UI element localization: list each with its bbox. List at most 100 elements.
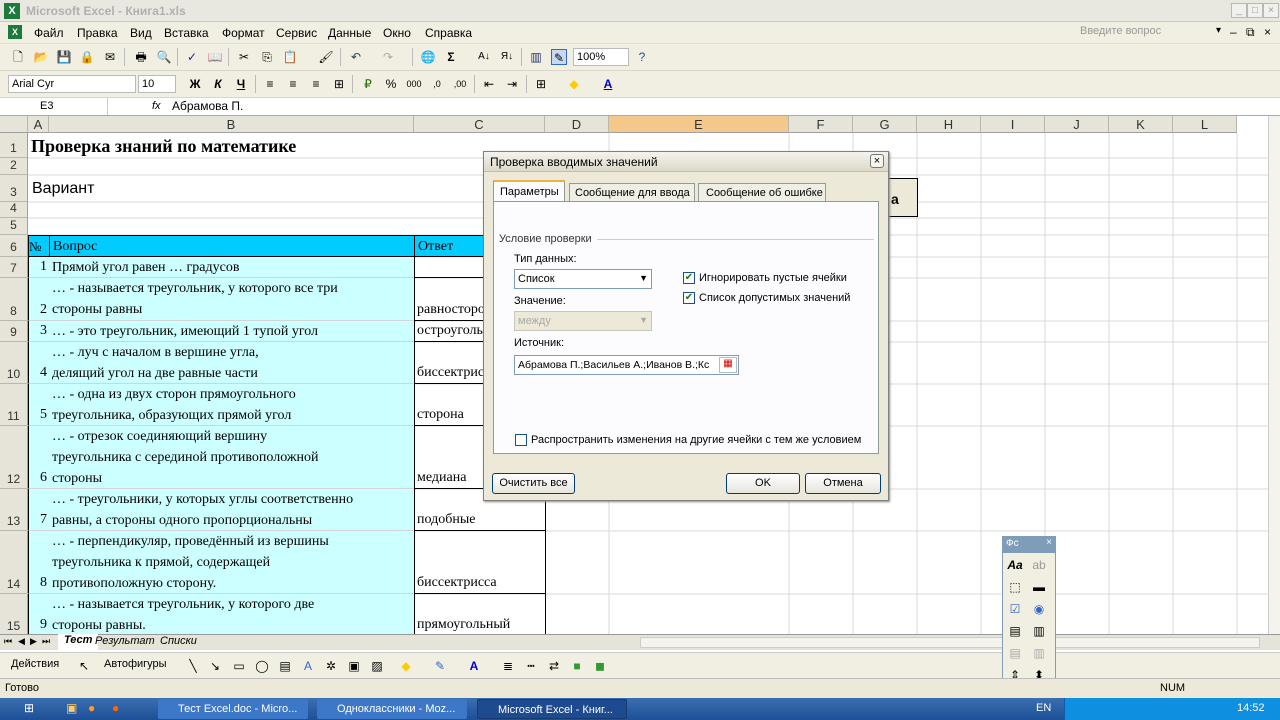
research-icon[interactable]: 📖: [207, 49, 223, 65]
italic-icon[interactable]: К: [210, 76, 226, 92]
combo-dropdown-icon[interactable]: ▥: [1031, 645, 1047, 661]
drawing-toggle-icon[interactable]: ✎: [551, 49, 567, 65]
workbook-icon[interactable]: X: [8, 25, 22, 39]
chart-wizard-icon[interactable]: ▥: [528, 49, 544, 65]
tab-scroll-prev-icon[interactable]: ◀: [18, 636, 25, 647]
item-answer[interactable]: прямоугольный: [414, 594, 546, 634]
vertical-scrollbar[interactable]: [1268, 116, 1280, 634]
open-icon[interactable]: 📂: [33, 49, 49, 65]
formula-input[interactable]: Абрамова П.: [172, 99, 243, 113]
paste-icon[interactable]: 📋: [282, 49, 298, 65]
hyperlink-icon[interactable]: 🌐: [420, 49, 436, 65]
item-number[interactable]: 9: [28, 594, 50, 634]
sheet-tab-lists[interactable]: Списки: [160, 635, 197, 647]
combo-list-icon[interactable]: ▤: [1007, 645, 1023, 661]
item-number[interactable]: 6: [28, 426, 50, 489]
close-icon[interactable]: ×: [1046, 537, 1052, 548]
format-painter-icon[interactable]: 🖌: [318, 49, 334, 65]
tab-scroll-first-icon[interactable]: ⏮: [4, 636, 12, 647]
select-objects-icon[interactable]: ↖: [76, 658, 92, 674]
option-button-icon[interactable]: ◉: [1031, 601, 1047, 617]
print-preview-icon[interactable]: 🔍: [156, 49, 172, 65]
menu-edit[interactable]: Правка: [77, 26, 118, 40]
menu-insert[interactable]: Вставка: [164, 26, 209, 40]
increase-decimal-icon[interactable]: ,0: [429, 76, 445, 92]
item-number[interactable]: 3: [28, 321, 50, 342]
textbox-icon[interactable]: ▤: [277, 658, 293, 674]
group-box-icon[interactable]: ⬚: [1007, 579, 1023, 595]
dialog-close-button[interactable]: ×: [870, 154, 884, 168]
list-box-icon[interactable]: ▤: [1007, 623, 1023, 639]
doc-minimize-button[interactable]: –: [1230, 25, 1237, 39]
row-header[interactable]: 3: [0, 175, 28, 202]
email-icon[interactable]: ✉: [102, 49, 118, 65]
merge-center-icon[interactable]: ⊞: [331, 76, 347, 92]
allow-select[interactable]: Список ▼: [514, 269, 652, 289]
language-indicator[interactable]: EN: [1036, 702, 1051, 714]
row-header[interactable]: 13: [0, 489, 28, 531]
new-icon[interactable]: 🗋: [10, 49, 26, 65]
menu-window[interactable]: Окно: [383, 26, 411, 40]
permission-icon[interactable]: 🔒: [79, 49, 95, 65]
line-style-icon[interactable]: ≣: [500, 658, 516, 674]
name-box[interactable]: E3: [0, 98, 108, 115]
row-header[interactable]: 5: [0, 218, 28, 235]
close-button[interactable]: ×: [1263, 3, 1279, 18]
fx-icon[interactable]: fx: [152, 100, 161, 112]
clipart-icon[interactable]: ▣: [346, 658, 362, 674]
ask-question-box[interactable]: Введите вопрос: [1080, 25, 1230, 41]
doc-restore-button[interactable]: ⧉: [1246, 25, 1255, 40]
redo-icon[interactable]: ↷: [380, 49, 396, 65]
help-icon[interactable]: ?: [634, 49, 650, 65]
row-header[interactable]: 1: [0, 133, 28, 158]
row-header[interactable]: 10: [0, 342, 28, 384]
desktop-icon[interactable]: ▣: [66, 701, 77, 715]
menu-file[interactable]: Файл: [34, 26, 64, 40]
rectangle-icon[interactable]: ▭: [231, 658, 247, 674]
percent-icon[interactable]: %: [383, 76, 399, 92]
row-header[interactable]: 4: [0, 201, 28, 218]
doc-close-button[interactable]: ×: [1264, 25, 1271, 39]
firefox-icon[interactable]: ●: [112, 701, 119, 715]
data-select[interactable]: между ▼: [514, 311, 652, 331]
item-question[interactable]: … - это треугольник, имеющий 1 тупой уго…: [49, 321, 415, 342]
column-header-l[interactable]: L: [1173, 116, 1237, 133]
column-header-e[interactable]: E: [609, 116, 789, 133]
checkbox-control-icon[interactable]: ☑: [1007, 601, 1023, 617]
menu-view[interactable]: Вид: [130, 26, 152, 40]
print-icon[interactable]: 🖶: [133, 49, 149, 65]
clear-all-button[interactable]: Очистить все: [492, 473, 575, 494]
oval-icon[interactable]: ◯: [254, 658, 270, 674]
menu-tools[interactable]: Сервис: [276, 26, 317, 40]
align-center-icon[interactable]: ≡: [285, 76, 301, 92]
align-left-icon[interactable]: ≡: [262, 76, 278, 92]
range-select-icon[interactable]: ▦: [719, 357, 737, 373]
menu-format[interactable]: Формат: [222, 26, 265, 40]
sort-desc-icon[interactable]: Я↓: [499, 49, 515, 65]
line-color-icon[interactable]: ✎: [432, 658, 448, 674]
row-header[interactable]: 6: [0, 235, 28, 257]
apply-to-all-checkbox[interactable]: [515, 434, 527, 446]
item-number[interactable]: 7: [28, 489, 50, 531]
3d-icon[interactable]: ◼: [592, 658, 608, 674]
select-all-corner[interactable]: [0, 116, 28, 133]
ask-dropdown-icon[interactable]: ▾: [1216, 25, 1221, 36]
item-number[interactable]: 1: [28, 257, 50, 278]
item-question[interactable]: … - треугольники, у которых углы соответ…: [49, 489, 415, 531]
start-button[interactable]: ⊞: [24, 701, 34, 715]
sort-asc-icon[interactable]: A↓: [476, 49, 492, 65]
task-firefox[interactable]: Одноклассники - Moz...: [317, 699, 467, 719]
column-header-i[interactable]: I: [981, 116, 1045, 133]
sheet-tab-test[interactable]: Тест: [58, 634, 99, 650]
line-icon[interactable]: ╲: [185, 658, 201, 674]
task-word[interactable]: Тест Excel.doc - Micro...: [158, 699, 308, 719]
font-size-box[interactable]: 10: [138, 75, 176, 93]
decrease-decimal-icon[interactable]: ,00: [452, 76, 468, 92]
shadow-icon[interactable]: ■: [569, 658, 585, 674]
task-excel[interactable]: Microsoft Excel - Книг...: [477, 699, 627, 719]
item-number[interactable]: 2: [28, 278, 50, 321]
wordart-icon[interactable]: A: [300, 658, 316, 674]
autosum-icon[interactable]: Σ: [443, 49, 459, 65]
item-question[interactable]: … - называется треугольник, у которого д…: [49, 594, 415, 634]
picture-icon[interactable]: ▨: [369, 658, 385, 674]
